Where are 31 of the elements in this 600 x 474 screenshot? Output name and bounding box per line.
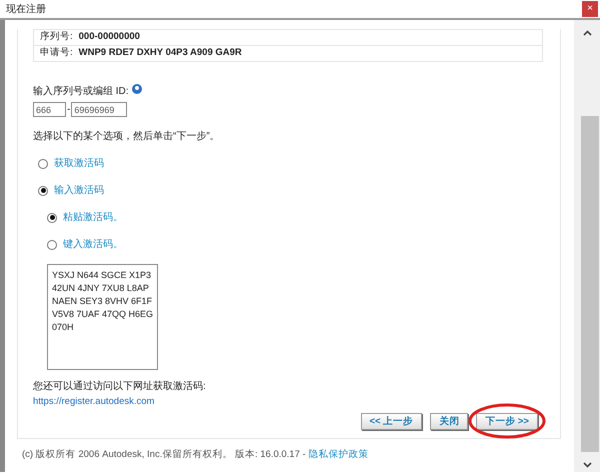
register-link[interactable]: https://register.autodesk.com — [33, 396, 154, 407]
radio-button[interactable] — [38, 186, 48, 196]
note-text: 您还可以通过访问以下网址获取激活码: — [33, 380, 207, 394]
window-title: 现在注册 — [6, 2, 46, 16]
dialog-button[interactable]: 下一步 >> — [476, 413, 538, 430]
instruction-text: 选择以下的某个选项，然后单击“下一步”。 — [33, 130, 221, 144]
radio-button[interactable] — [38, 158, 48, 168]
privacy-link[interactable]: 隐私保护政策 — [308, 449, 368, 460]
row-value: WNP9 RDE7 DXHY 04P3 A909 GA9R — [78, 46, 242, 60]
row-value: 000-00000000 — [78, 30, 140, 44]
serial-prefix-field[interactable]: 666 — [33, 102, 66, 117]
scroll-up-icon[interactable] — [583, 30, 592, 36]
row-label: 申请号: — [40, 46, 73, 60]
serial-number-field[interactable]: 69696969 — [71, 102, 128, 117]
dialog-button[interactable]: << 上一步 — [360, 413, 422, 430]
field-label: 输入序列号或编组 ID: — [33, 84, 129, 99]
activation-code-field[interactable]: YSXJ N644 SGCE X1P3 42UN 4JNY 7XU8 L8AP NAEN SEY3 8VHV 6F1F V5V8 7UAF 47QQ H6EG 070H — [47, 264, 158, 370]
scroll-down-icon[interactable] — [583, 462, 592, 468]
copyright-text: (c) 版权所有 2006 Autodesk, Inc.保留所有权利。 版本: 16.0.0.17 - — [22, 449, 306, 460]
option-label[interactable]: 输入激活码 — [54, 183, 104, 198]
separator: - — [66, 103, 72, 117]
option-label[interactable]: 粘贴激活码。 — [63, 210, 123, 225]
scroll-thumb[interactable] — [580, 116, 598, 452]
row-label: 序列号: — [40, 30, 73, 44]
dialog-button[interactable]: 关闭 — [430, 413, 468, 430]
option-label[interactable]: 获取激活码 — [54, 156, 104, 171]
radio-button[interactable] — [47, 212, 57, 222]
close-button[interactable]: × — [582, 1, 598, 17]
scrollbar[interactable] — [574, 20, 600, 472]
option-label[interactable]: 键入激活码。 — [63, 237, 123, 252]
radio-button[interactable] — [47, 240, 57, 250]
